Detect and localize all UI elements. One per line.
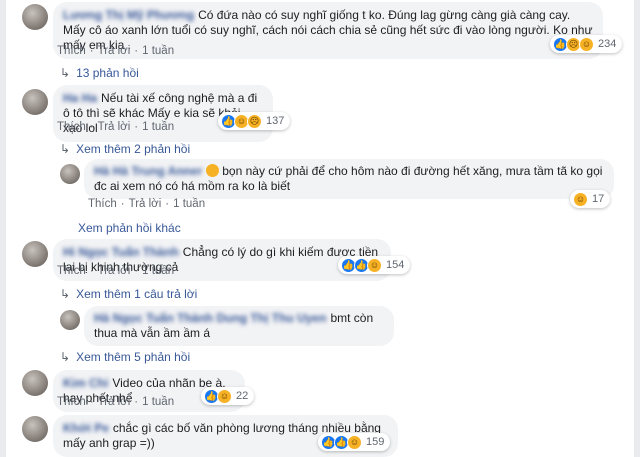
see-more-label: Xem thêm 1 câu trả lời: [76, 287, 198, 301]
commenter-name[interactable]: Ha Ha: [63, 91, 97, 106]
reply-button[interactable]: Trả lời: [129, 198, 162, 210]
see-other-replies-link[interactable]: Xem phản hồi khác: [78, 221, 181, 235]
separator: ·: [89, 121, 94, 133]
commenter-name[interactable]: Hà Ngọc Tuấn Thành Dung Thị Thu Uyen: [94, 311, 326, 326]
comment-actions: Thích · Trả lời · 1 tuần: [57, 45, 174, 57]
reply-arrow-icon: ↳: [60, 350, 71, 364]
reaction-summary[interactable]: 👍 ☺ ☹ 137: [218, 112, 291, 130]
avatar[interactable]: [22, 416, 48, 442]
see-other-replies-label: Xem phản hồi khác: [78, 221, 181, 235]
commenter-name[interactable]: Hà Hà Trung Anner: [94, 164, 202, 179]
reaction-summary[interactable]: 👍 ☹ ☺ 234: [550, 35, 623, 53]
like-button[interactable]: Thích: [57, 396, 86, 408]
view-replies-label: 13 phản hồi: [76, 66, 139, 80]
right-frame: [634, 0, 640, 457]
reply-button[interactable]: Trả lời: [98, 121, 131, 133]
reaction-summary[interactable]: 👍 👍 ☺ 159: [318, 433, 391, 451]
separator: ·: [89, 45, 94, 57]
reaction-summary[interactable]: 👍 👍 ☺ 154: [338, 256, 411, 274]
reply-button[interactable]: Trả lời: [98, 396, 131, 408]
view-replies-link[interactable]: ↳ 13 phản hồi: [60, 66, 139, 80]
laugh-emoji-icon: [206, 164, 220, 177]
separator: ·: [120, 198, 125, 210]
avatar[interactable]: [22, 89, 48, 115]
like-button[interactable]: Thích: [57, 121, 86, 133]
separator: ·: [134, 265, 139, 277]
reaction-count: 137: [266, 115, 285, 127]
like-button[interactable]: Thích: [57, 45, 86, 57]
like-button[interactable]: Thích: [57, 265, 86, 277]
haha-icon: ☺: [579, 36, 594, 52]
separator: ·: [89, 396, 94, 408]
reaction-count: 159: [366, 436, 385, 448]
reply-arrow-icon: ↳: [60, 287, 71, 301]
separator: ·: [89, 265, 94, 277]
haha-icon: ☺: [573, 191, 588, 207]
timestamp[interactable]: 1 tuần: [142, 45, 174, 57]
separator: ·: [165, 198, 170, 210]
comment-actions: Thích · Trả lời · 1 tuần: [57, 265, 174, 277]
avatar[interactable]: [60, 164, 80, 184]
left-frame: [0, 0, 6, 457]
separator: ·: [134, 45, 139, 57]
see-more-label: Xem thêm 5 phản hồi: [76, 350, 191, 364]
see-more-label: Xem thêm 2 phản hồi: [76, 142, 191, 156]
separator: ·: [134, 396, 139, 408]
comment-actions: Thích · Trả lời · 1 tuần: [57, 396, 174, 408]
timestamp[interactable]: 1 tuần: [142, 265, 174, 277]
sad-icon: ☹: [247, 113, 262, 129]
commenter-name[interactable]: Hi Ngọc Tuấn Thành: [63, 245, 179, 260]
reply-button[interactable]: Trả lời: [98, 45, 131, 57]
avatar[interactable]: [22, 4, 48, 30]
reaction-summary[interactable]: 👍 ☺ 22: [201, 387, 255, 405]
reaction-count: 17: [592, 193, 605, 205]
reply-actions: Thích · Trả lời · 1 tuần: [88, 198, 205, 210]
reply-bubble: Hà Ngọc Tuấn Thành Dung Thị Thu Uyen bmt …: [84, 306, 394, 346]
haha-icon: ☺: [217, 388, 232, 404]
see-more-replies-link[interactable]: ↳ Xem thêm 1 câu trả lời: [60, 287, 197, 301]
commenter-name[interactable]: Kim Chi: [63, 376, 108, 391]
reaction-count: 22: [236, 390, 249, 402]
comment-actions: Thích · Trả lời · 1 tuần: [57, 121, 174, 133]
haha-icon: ☺: [367, 257, 382, 273]
timestamp[interactable]: 1 tuần: [142, 396, 174, 408]
haha-icon: ☺: [347, 434, 362, 450]
commenter-name[interactable]: Khởi Pe: [63, 421, 109, 436]
timestamp[interactable]: 1 tuần: [173, 198, 205, 210]
see-more-replies-link[interactable]: ↳ Xem thêm 5 phản hồi: [60, 350, 190, 364]
avatar[interactable]: [60, 310, 80, 330]
reply-bubble: Hà Hà Trung Anner bọn này cứ phải để cho …: [84, 159, 614, 199]
like-button[interactable]: Thích: [88, 198, 117, 210]
reaction-summary[interactable]: ☺ 17: [570, 190, 611, 208]
see-more-replies-link[interactable]: ↳ Xem thêm 2 phản hồi: [60, 142, 190, 156]
avatar[interactable]: [22, 370, 48, 396]
commenter-name[interactable]: Lương Thị Mỹ Phương: [63, 8, 194, 23]
timestamp[interactable]: 1 tuần: [142, 121, 174, 133]
reaction-count: 234: [598, 38, 617, 50]
separator: ·: [134, 121, 139, 133]
reply-button[interactable]: Trả lời: [98, 265, 131, 277]
reaction-count: 154: [386, 259, 405, 271]
reply-arrow-icon: ↳: [60, 142, 71, 156]
reply-arrow-icon: ↳: [60, 66, 71, 80]
avatar[interactable]: [22, 241, 48, 267]
